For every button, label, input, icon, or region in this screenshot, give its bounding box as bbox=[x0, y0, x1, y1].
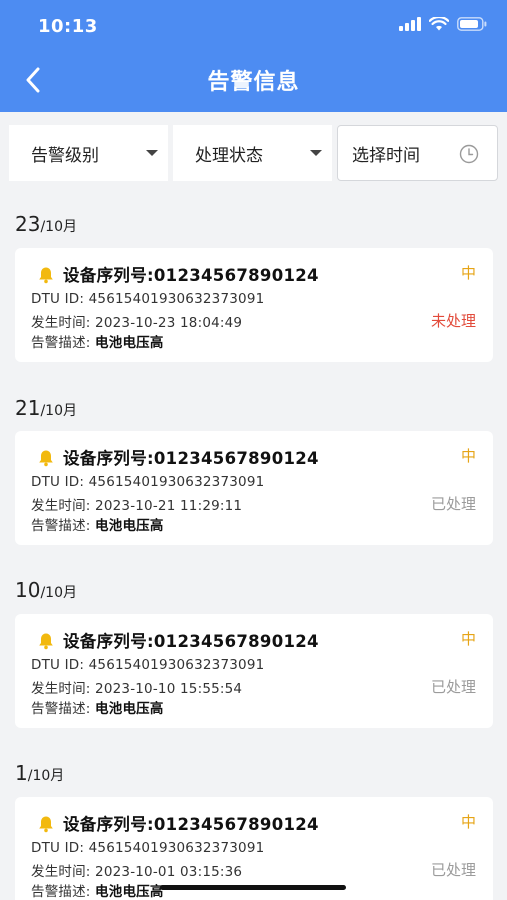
alarm-desc: 告警描述: 电池电压高 bbox=[31, 514, 164, 534]
alarm-desc: 告警描述: 电池电压高 bbox=[31, 880, 164, 900]
dtu-id: DTU ID: 45615401930632373091 bbox=[31, 840, 265, 856]
alarm-desc-label: 告警描述: bbox=[31, 518, 96, 534]
time-filter-label: 选择时间 bbox=[352, 145, 420, 166]
alarm-level-badge: 中 bbox=[460, 630, 476, 648]
alarm-desc-value: 电池电压高 bbox=[95, 518, 164, 534]
occur-time: 发生时间: 2023-10-01 03:15:36 bbox=[31, 864, 243, 880]
dtu-id: DTU ID: 45615401930632373091 bbox=[31, 474, 265, 490]
group-date-month: /10月 bbox=[40, 219, 77, 235]
group-date-month: /10月 bbox=[27, 768, 65, 784]
wifi-icon bbox=[429, 17, 449, 31]
alarm-desc-value: 电池电压高 bbox=[95, 335, 164, 351]
device-serial: 设备序列号:01234567890124 bbox=[63, 266, 319, 285]
occur-time: 发生时间: 2023-10-23 18:04:49 bbox=[31, 315, 243, 331]
group-date-day: 1 bbox=[15, 761, 28, 785]
header-bar: 10:13 告警信息 bbox=[0, 0, 507, 112]
device-serial: 设备序列号:01234567890124 bbox=[63, 815, 319, 834]
alarm-desc: 告警描述: 电池电压高 bbox=[31, 331, 164, 351]
alarm-card[interactable]: 设备序列号:01234567890124 DTU ID: 45615401930… bbox=[15, 431, 493, 545]
status-bar: 10:13 bbox=[0, 0, 507, 52]
clock-icon bbox=[459, 144, 479, 164]
time-filter[interactable]: 选择时间 bbox=[337, 125, 498, 181]
occur-time: 发生时间: 2023-10-21 11:29:11 bbox=[31, 498, 243, 514]
process-status-filter[interactable]: 处理状态 bbox=[173, 125, 332, 181]
status-badge: 已处理 bbox=[430, 861, 476, 879]
alarm-level-badge: 中 bbox=[460, 447, 476, 465]
alarm-desc: 告警描述: 电池电压高 bbox=[31, 697, 164, 717]
dtu-id: DTU ID: 4561540193063237309​1 bbox=[31, 291, 265, 307]
alarm-desc-label: 告警描述: bbox=[31, 335, 96, 351]
group-date-day: 10 bbox=[15, 578, 41, 602]
group-date: 21/10月 bbox=[15, 396, 77, 420]
battery-icon bbox=[457, 17, 487, 31]
home-indicator bbox=[160, 885, 346, 890]
group-date-month: /10月 bbox=[40, 403, 77, 419]
alarm-desc-value: 电池电压高 bbox=[95, 884, 164, 900]
group-date: 1/10月 bbox=[15, 761, 64, 785]
status-badge: 已处理 bbox=[430, 495, 476, 513]
alarm-card[interactable]: 设备序列号:01234567890124 DTU ID: 45615401930… bbox=[15, 614, 493, 728]
bell-icon bbox=[39, 816, 53, 833]
caret-down-icon bbox=[310, 150, 322, 156]
status-badge: 已处理 bbox=[430, 678, 476, 696]
signal-icon bbox=[399, 17, 421, 31]
dtu-id: DTU ID: 45615401930632373091 bbox=[31, 657, 265, 673]
device-serial: 设备序列号:01234567890124 bbox=[63, 632, 319, 651]
device-serial: 设备序列号:01234567890124 bbox=[63, 449, 319, 468]
alarm-level-badge: 中 bbox=[460, 264, 476, 282]
alarm-desc-value: 电池电压高 bbox=[95, 701, 164, 717]
alarm-card[interactable]: 设备序列号:01234567890124 DTU ID: 45615401930… bbox=[15, 248, 493, 362]
bell-icon bbox=[39, 450, 53, 467]
bell-icon bbox=[39, 633, 53, 650]
alarm-level-filter[interactable]: 告警级别 bbox=[9, 125, 168, 181]
page-title: 告警信息 bbox=[207, 70, 300, 95]
alarm-level-filter-label: 告警级别 bbox=[31, 145, 99, 166]
group-date: 10/10月 bbox=[15, 578, 77, 602]
bell-icon bbox=[39, 267, 53, 284]
status-badge: 未处理 bbox=[430, 312, 476, 330]
group-date-day: 23 bbox=[15, 212, 41, 236]
alarm-desc-label: 告警描述: bbox=[31, 701, 96, 717]
group-date-day: 21 bbox=[15, 396, 41, 420]
group-date-month: /10月 bbox=[40, 585, 77, 601]
occur-time: 发生时间: 2023-10-10 15:55:54 bbox=[31, 681, 243, 697]
group-date: 23/10月 bbox=[15, 212, 77, 236]
filter-bar: 告警级别 处理状态 选择时间 bbox=[9, 125, 499, 181]
status-time: 10:13 bbox=[38, 16, 98, 37]
alarm-desc-label: 告警描述: bbox=[31, 884, 96, 900]
process-status-filter-label: 处理状态 bbox=[195, 145, 263, 166]
status-icons bbox=[399, 17, 487, 31]
alarm-level-badge: 中 bbox=[460, 813, 476, 831]
caret-down-icon bbox=[146, 150, 158, 156]
